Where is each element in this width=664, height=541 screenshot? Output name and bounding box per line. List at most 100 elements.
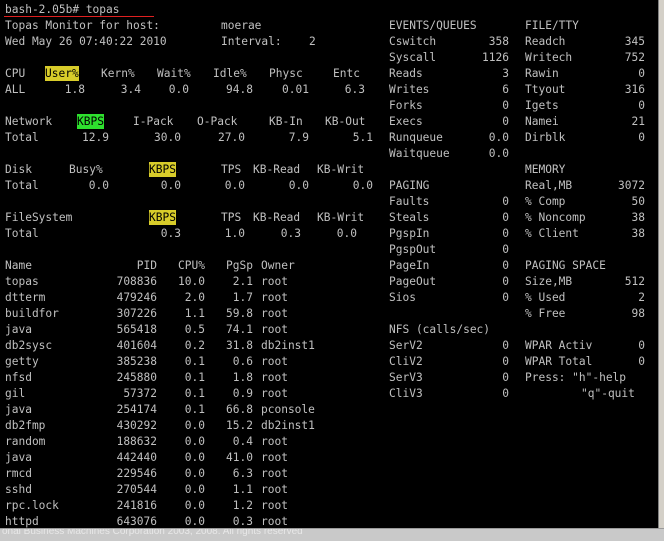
process-owner: root: [261, 355, 288, 368]
disk-kbps-value: 0.0: [160, 179, 181, 192]
process-cpu: 0.5: [184, 323, 205, 336]
paging-value: 0: [502, 243, 509, 256]
filetty-label: Igets: [525, 99, 559, 112]
process-pgsp: 1.1: [232, 483, 253, 496]
process-pid: 307226: [116, 307, 157, 320]
cpu-label: CPU: [5, 67, 26, 80]
process-owner: root: [261, 291, 288, 304]
filetty-value: 0: [638, 67, 645, 80]
wpar-value: 0: [638, 355, 645, 368]
process-name: sshd: [5, 483, 32, 496]
process-pgsp: 1.7: [232, 291, 253, 304]
events-value: 0.0: [488, 131, 509, 144]
process-pid: 57372: [123, 387, 157, 400]
process-name: java: [5, 451, 32, 464]
disk-row-name: Total: [5, 179, 39, 192]
filesystem-kbwrit-value: 0.0: [336, 227, 357, 240]
paging-label: PgspOut: [389, 243, 437, 256]
events-label: Execs: [389, 115, 423, 128]
network-header-kbout: KB-Out: [325, 115, 366, 128]
nfs-value: 0: [502, 387, 509, 400]
memory-value: 50: [631, 195, 645, 208]
filesystem-header-kbread: KB-Read: [253, 211, 301, 224]
process-header-pgsp: PgSp: [226, 259, 253, 272]
memory-label: % Comp: [525, 195, 566, 208]
terminal-window[interactable]: bash-2.05b# topas Topas Monitor for host:…: [0, 0, 658, 528]
copyright-text: onal Business Machines Corporation 2003,…: [2, 528, 303, 537]
process-pid: 188632: [116, 435, 157, 448]
network-kbout-value: 5.1: [352, 131, 373, 144]
process-name: java: [5, 323, 32, 336]
process-cpu: 0.0: [184, 435, 205, 448]
filesystem-label: FileSystem: [5, 211, 73, 224]
filetty-label: Rawin: [525, 67, 559, 80]
process-name: gil: [5, 387, 26, 400]
cpu-header-entc: Entc: [333, 67, 360, 80]
process-cpu: 0.1: [184, 387, 205, 400]
process-pid: 241816: [116, 499, 157, 512]
memory-value: 38: [631, 211, 645, 224]
paging-space-value: 98: [631, 307, 645, 320]
host-name: moerae: [221, 19, 262, 32]
process-owner: db2inst1: [261, 419, 315, 432]
paging-space-label: % Used: [525, 291, 566, 304]
cpu-header-idle: Idle%: [213, 67, 247, 80]
filesystem-row-name: Total: [5, 227, 39, 240]
process-owner: pconsole: [261, 403, 315, 416]
process-name: rpc.lock: [5, 499, 59, 512]
process-cpu: 0.0: [184, 467, 205, 480]
process-name: buildfor: [5, 307, 59, 320]
process-cpu: 10.0: [178, 275, 205, 288]
process-owner: root: [261, 371, 288, 384]
disk-kbwrit-value: 0.0: [352, 179, 373, 192]
filesystem-kbps-value: 0.3: [160, 227, 181, 240]
press-quit-hint: "q"-quit: [581, 387, 635, 400]
process-pgsp: 0.9: [232, 387, 253, 400]
network-header-kbin: KB-In: [269, 115, 303, 128]
filetty-label: Ttyout: [525, 83, 566, 96]
process-name: nfsd: [5, 371, 32, 384]
process-pid: 643076: [116, 515, 157, 528]
process-header-cpu: CPU%: [178, 259, 205, 272]
prompt-underline: [4, 16, 154, 17]
paging-value: 0: [502, 227, 509, 240]
process-pgsp: 6.3: [232, 467, 253, 480]
terminal-scrollbar[interactable]: [658, 0, 664, 528]
events-value: 0: [502, 115, 509, 128]
process-pid: 708836: [116, 275, 157, 288]
filetty-title: FILE/TTY: [525, 19, 579, 32]
events-label: Syscall: [389, 51, 437, 64]
disk-header-kbps: KBPS: [149, 162, 176, 177]
events-value: 6: [502, 83, 509, 96]
process-header-owner: Owner: [261, 259, 295, 272]
nfs-label: SerV3: [389, 371, 423, 384]
process-pgsp: 31.8: [226, 339, 253, 352]
paging-value: 0: [502, 195, 509, 208]
wpar-label: WPAR Total: [525, 355, 593, 368]
process-name: db2sysc: [5, 339, 53, 352]
filetty-label: Writech: [525, 51, 573, 64]
process-pgsp: 59.8: [226, 307, 253, 320]
network-header-opack: O-Pack: [197, 115, 238, 128]
process-name: java: [5, 403, 32, 416]
paging-label: PageOut: [389, 275, 437, 288]
paging-value: 0: [502, 259, 509, 272]
process-cpu: 0.0: [184, 515, 205, 528]
filesystem-header-kbwrit: KB-Writ: [317, 211, 365, 224]
process-cpu: 0.0: [184, 419, 205, 432]
process-pid: 229546: [116, 467, 157, 480]
filesystem-header-kbps: KBPS: [149, 210, 176, 225]
process-pgsp: 0.4: [232, 435, 253, 448]
process-pgsp: 74.1: [226, 323, 253, 336]
process-name: rmcd: [5, 467, 32, 480]
process-pgsp: 1.2: [232, 499, 253, 512]
process-pgsp: 0.3: [232, 515, 253, 528]
process-cpu: 0.0: [184, 451, 205, 464]
monitor-label: Topas Monitor for host:: [5, 19, 160, 32]
network-opack-value: 27.0: [218, 131, 245, 144]
paging-label: Sios: [389, 291, 416, 304]
process-pgsp: 15.2: [226, 419, 253, 432]
process-name: getty: [5, 355, 39, 368]
process-name: topas: [5, 275, 39, 288]
process-pid: 442440: [116, 451, 157, 464]
